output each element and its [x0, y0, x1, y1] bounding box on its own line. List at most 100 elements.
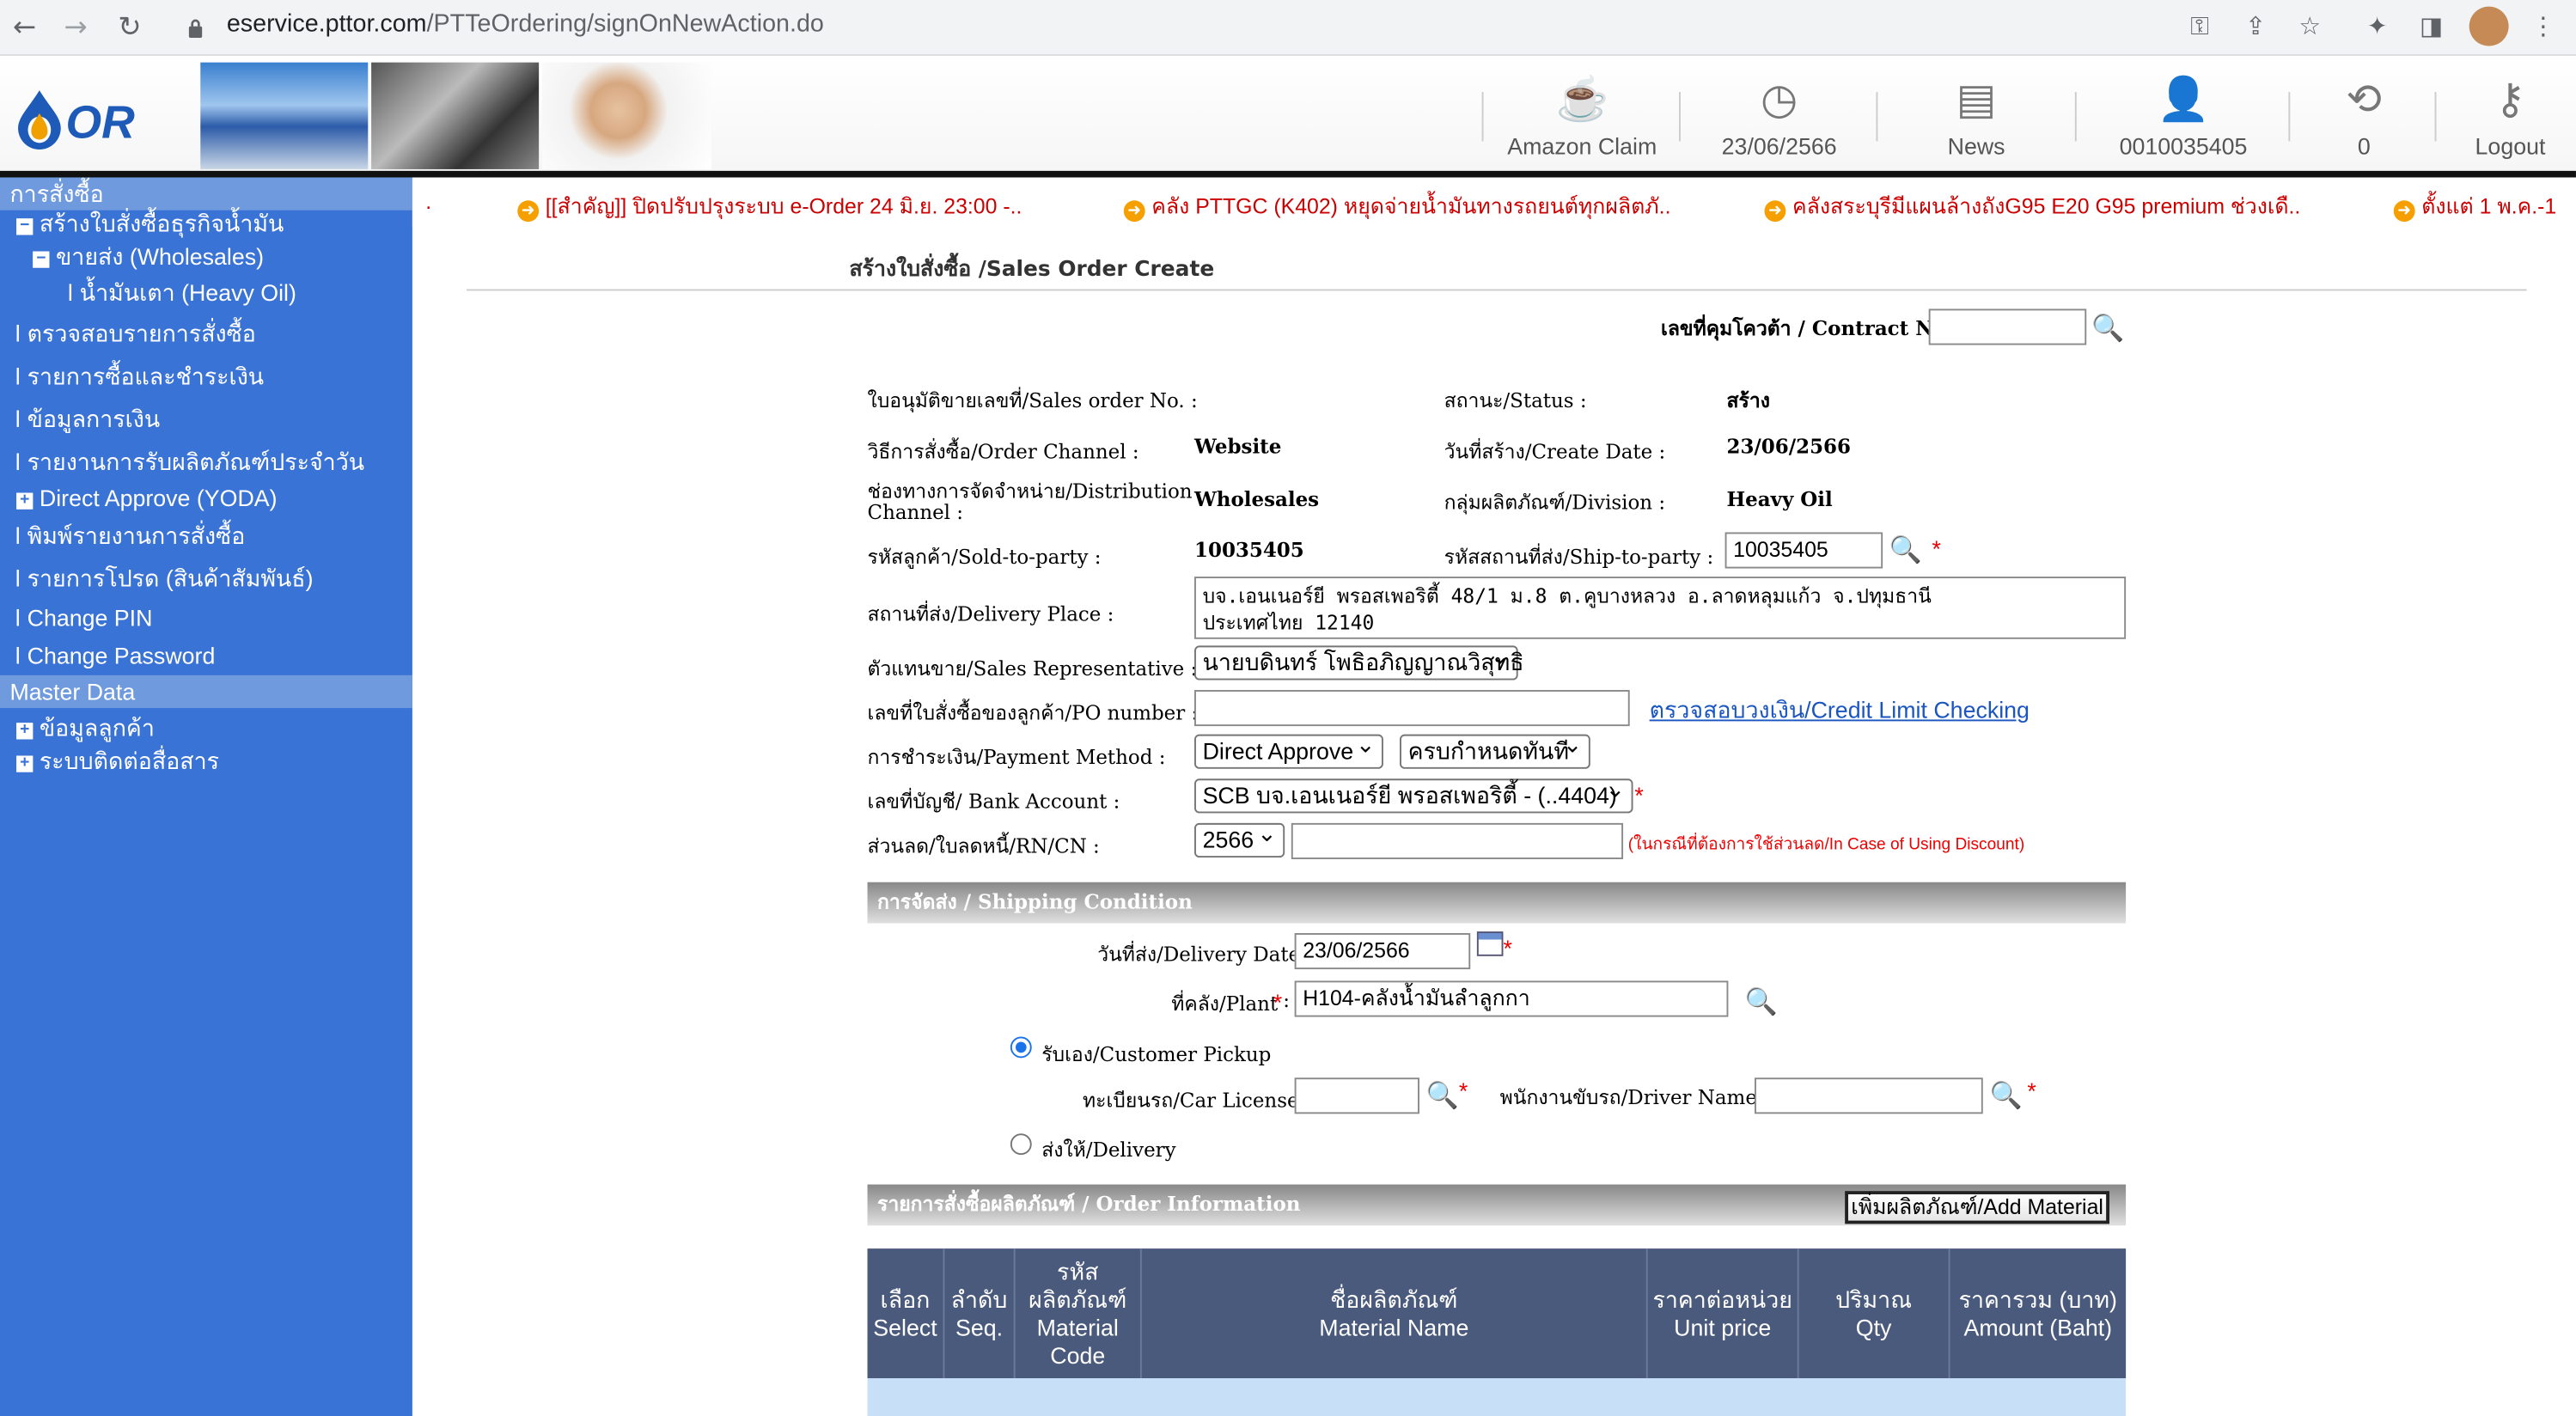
collapse-icon[interactable]: − — [33, 251, 50, 268]
rn-cn-input[interactable] — [1291, 822, 1624, 859]
contract-no-input[interactable] — [1928, 308, 2087, 345]
sidebar-item-label: Change Password — [27, 642, 216, 669]
sidebar-item-direct-approve[interactable]: + Direct Approve (YODA) — [16, 483, 278, 512]
sidebar-item-label: สร้างใบสั่งซื้อธุรกิจน้ำมัน — [39, 210, 284, 237]
amazon-claim-button[interactable]: ☕ Amazon Claim — [1484, 65, 1681, 168]
menu-icon[interactable]: ⋮ — [2525, 9, 2561, 45]
sidebar-section-master-data[interactable]: Master Data — [0, 674, 412, 709]
rn-year-select[interactable]: 2566 — [1194, 820, 1285, 858]
key-icon[interactable]: ⚿ — [2182, 9, 2218, 45]
search-plant-icon[interactable]: 🔍 — [1745, 986, 1778, 1018]
sidebar-section-ordering[interactable]: การสั่งซื้อ — [0, 177, 412, 211]
or-logo[interactable]: OR — [13, 87, 157, 152]
expand-icon[interactable]: + — [16, 755, 34, 772]
url-host: eservice.pttor.com — [226, 9, 427, 38]
sidebar-item-customer-info[interactable]: + ข้อมูลลูกค้า — [16, 713, 155, 742]
column-th: เลือก — [880, 1285, 931, 1312]
car-license-input[interactable] — [1294, 1077, 1419, 1114]
news-button[interactable]: ▤ News — [1877, 65, 2074, 168]
sidebar-item-daily-receipt-report[interactable]: ǀ รายงานการรับผลิตภัณฑ์ประจำวัน — [15, 447, 364, 476]
column-unit-price: ราคาต่อหน่วย Unit price — [1648, 1248, 1799, 1379]
credit-limit-link[interactable]: ตรวจสอบวงเงิน/Credit Limit Checking — [1650, 693, 2030, 729]
sidebar-item-change-password[interactable]: ǀ Change Password — [15, 641, 215, 670]
extensions-icon[interactable]: ✦ — [2359, 9, 2396, 45]
sold-to-label: รหัสลูกค้า/Sold-to-party : — [867, 545, 1102, 569]
lock-icon — [187, 15, 204, 38]
delivery-place-line: บจ.เอนเนอร์ยี พรอสเพอริตี้ 48/1 ม.8 ต.คู… — [1202, 584, 1932, 608]
expand-icon[interactable]: + — [16, 492, 34, 510]
sidebar-item-favorites[interactable]: ǀ รายการโปรด (สินค้าสัมพันธ์) — [15, 564, 313, 593]
ticker-item[interactable]: ➜ [[สำคัญ]] ปิดปรับปรุงระบบ e-Order 24 มิ… — [517, 189, 1022, 223]
sidepanel-icon[interactable]: ◨ — [2414, 9, 2450, 45]
plant-input[interactable]: H104-คลังน้ำมันลำลูกกา — [1294, 980, 1729, 1017]
sidebar-item-purchases-payments[interactable]: ǀ รายการซื้อและชำระเงิน — [15, 362, 264, 391]
call-center-photo — [541, 62, 711, 169]
customer-pickup-radio[interactable] — [1010, 1036, 1032, 1059]
delivery-date-label: วันที่ส่ง/Delivery Date : — [1097, 943, 1314, 967]
delivery-radio[interactable] — [1010, 1133, 1032, 1156]
ticker-item[interactable]: ➜ คลัง PTTGC (K402) หยุดจ่ายน้ำมันทางรถยน… — [1123, 189, 1670, 223]
ship-to-input[interactable]: 10035405 — [1724, 532, 1883, 569]
column-material-name: ชื่อผลิตภัณฑ์ Material Name — [1142, 1248, 1648, 1379]
order-channel-value: Website — [1194, 435, 1282, 459]
column-en: Unit price — [1674, 1313, 1772, 1340]
sidebar-item-heavy-oil[interactable]: ǀ น้ำมันเตา (Heavy Oil) — [67, 278, 296, 307]
sidebar-item-check-orders[interactable]: ǀ ตรวจสอบรายการสั่งซื้อ — [15, 319, 256, 348]
ticker-lead: . — [425, 188, 432, 214]
search-driver-icon[interactable]: 🔍 — [1989, 1079, 2022, 1112]
column-en: Qty — [1855, 1313, 1892, 1340]
column-en: Material Name — [1319, 1313, 1469, 1340]
expand-icon[interactable]: + — [16, 722, 34, 740]
column-th: ราคารวม (บาท) — [1958, 1285, 2117, 1312]
profile-avatar[interactable] — [2469, 6, 2509, 46]
address-bar[interactable]: eservice.pttor.com/PTTeOrdering/signOnNe… — [227, 7, 824, 43]
reload-icon[interactable]: ↻ — [110, 9, 150, 48]
delivery-date-input[interactable]: 23/06/2566 — [1294, 933, 1471, 970]
collapse-icon[interactable]: − — [16, 217, 34, 235]
forward-icon[interactable]: → — [56, 9, 95, 48]
sidebar-item-print-order-report[interactable]: ǀ พิมพ์รายงานการสั่งซื้อ — [15, 521, 245, 550]
sidebar-item-wholesales[interactable]: − ขายส่ง (Wholesales) — [33, 241, 264, 271]
ticker-item[interactable]: ➜ ตั้งแต่ 1 พ.ค.-1 — [2393, 189, 2556, 223]
driver-name-input[interactable] — [1754, 1077, 1983, 1114]
sidebar-item-change-pin[interactable]: ǀ Change PIN — [15, 603, 152, 632]
po-number-input[interactable] — [1194, 690, 1630, 727]
add-material-button[interactable]: เพิ่มผลิตภัณฑ์/Add Material — [1845, 1191, 2109, 1224]
arrow-circle-icon: ➜ — [1123, 200, 1145, 223]
share-icon[interactable]: ⇪ — [2237, 9, 2274, 45]
column-en: Material Code — [1036, 1313, 1119, 1368]
payment-method-select[interactable]: Direct Approve — [1194, 731, 1383, 769]
sidebar-item-create-order[interactable]: − สร้างใบสั่งซื้อธุรกิจน้ำมัน — [16, 209, 284, 238]
ticker-item[interactable]: ➜ คลังสระบุรีมีแผนล้างถังG95 E20 G95 prem… — [1764, 189, 2300, 223]
back-icon[interactable]: ← — [5, 9, 45, 48]
order-table-body — [867, 1378, 2127, 1416]
sidebar-item-label: ระบบติดต่อสื่อสาร — [39, 747, 220, 774]
calendar-icon[interactable] — [1476, 931, 1504, 956]
logout-button[interactable]: ⚷ Logout — [2412, 65, 2576, 168]
sidebar-item-label: ข้อมูลการเงิน — [27, 406, 161, 432]
search-car-icon[interactable]: 🔍 — [1426, 1079, 1459, 1112]
search-contract-icon[interactable]: 🔍 — [2091, 312, 2124, 345]
arrow-circle-icon: ➜ — [1764, 200, 1786, 223]
user-account-button[interactable]: 👤 0010035405 — [2085, 65, 2281, 168]
create-date-label: วันที่สร้าง/Create Date : — [1444, 440, 1666, 464]
division-label: กลุ่มผลิตภัณฑ์/Division : — [1444, 491, 1666, 515]
column-select: เลือก Select — [868, 1248, 945, 1379]
order-channel-label: วิธีการสั่งซื้อ/Order Channel : — [867, 440, 1139, 464]
column-th: ราคาต่อหน่วย — [1652, 1285, 1792, 1312]
delivery-place-textarea[interactable]: บจ.เอนเนอร์ยี พรอสเพอริตี้ 48/1 ม.8 ต.คู… — [1194, 577, 2127, 639]
user-icon: 👤 — [2157, 74, 2211, 124]
bank-account-select[interactable]: SCB บจ.เอนเนอร์ยี พรอสเพอริตี้ - (..4404… — [1194, 775, 1633, 814]
search-ship-to-icon[interactable]: 🔍 — [1889, 534, 1922, 566]
payment-term-select[interactable]: ครบกำหนดทันที — [1400, 731, 1590, 769]
sales-rep-select[interactable]: นายบดินทร์ โพธิอภิญญาณวิสุทธิ — [1194, 643, 1524, 681]
required-marker: * — [1273, 989, 1283, 1016]
url-path: /PTTeOrdering/signOnNewAction.do — [426, 9, 824, 38]
sidebar-item-communication[interactable]: + ระบบติดต่อสื่อสาร — [16, 746, 219, 775]
sidebar-item-finance[interactable]: ǀ ข้อมูลการเงิน — [15, 404, 160, 433]
required-marker: * — [1503, 934, 1512, 961]
header-separator — [2074, 92, 2077, 142]
column-material-code: รหัส ผลิตภัณฑ์ Material Code — [1016, 1248, 1142, 1379]
bookmark-star-icon[interactable]: ☆ — [2292, 9, 2328, 45]
column-th: รหัส ผลิตภัณฑ์ — [1029, 1257, 1127, 1312]
